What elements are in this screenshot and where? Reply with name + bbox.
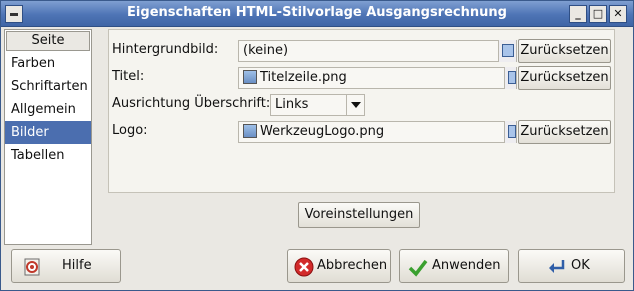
title-label: Titel: — [112, 69, 145, 84]
dialog-window: Eigenschaften HTML-Stilvorlage Ausgangsr… — [0, 0, 634, 291]
heading-alignment-value: Links — [275, 97, 309, 112]
cancel-button[interactable]: Abbrechen — [287, 249, 391, 283]
page-item-farben[interactable]: Farben — [5, 52, 91, 75]
enter-arrow-icon — [549, 260, 565, 273]
checkmark-icon — [408, 259, 428, 277]
help-icon — [24, 258, 40, 276]
defaults-button[interactable]: Voreinstellungen — [298, 202, 420, 228]
maximize-button[interactable]: □ — [589, 5, 607, 23]
ok-button[interactable]: OK — [518, 249, 625, 283]
page-item-bilder[interactable]: Bilder — [5, 121, 91, 144]
page-item-schriftarten[interactable]: Schriftarten — [5, 75, 91, 98]
page-list: Seite Farben Schriftarten Allgemein Bild… — [4, 29, 92, 245]
file-chooser-icon[interactable] — [504, 121, 516, 143]
page-item-allgemein[interactable]: Allgemein — [5, 98, 91, 121]
apply-label: Anwenden — [432, 258, 501, 273]
close-button[interactable]: ✕ — [609, 5, 627, 23]
logo-image-field[interactable]: WerkzeugLogo.png — [238, 121, 517, 143]
images-panel: Hintergrundbild: (keine) Zurücksetzen Ti… — [108, 29, 615, 193]
background-reset-button[interactable]: Zurücksetzen — [518, 39, 611, 63]
cancel-label: Abbrechen — [317, 258, 388, 273]
chevron-down-icon — [346, 94, 364, 116]
page-list-header[interactable]: Seite — [6, 31, 90, 51]
ok-label: OK — [571, 258, 590, 273]
image-file-icon — [243, 70, 257, 84]
window-title: Eigenschaften HTML-Stilvorlage Ausgangsr… — [127, 5, 507, 20]
logo-label: Logo: — [112, 123, 148, 138]
help-label: Hilfe — [62, 258, 92, 273]
title-reset-button[interactable]: Zurücksetzen — [518, 66, 611, 90]
file-chooser-icon[interactable] — [498, 40, 516, 62]
title-image-value: Titelzeile.png — [260, 70, 347, 85]
heading-alignment-select[interactable]: Links — [270, 94, 365, 116]
background-image-field[interactable]: (keine) — [238, 40, 517, 62]
title-bar[interactable]: Eigenschaften HTML-Stilvorlage Ausgangsr… — [1, 1, 633, 27]
image-file-icon — [243, 124, 257, 138]
background-image-value: (keine) — [243, 43, 289, 58]
logo-reset-button[interactable]: Zurücksetzen — [518, 120, 611, 144]
apply-button[interactable]: Anwenden — [399, 249, 509, 283]
minimize-button[interactable]: _ — [569, 5, 587, 23]
logo-image-value: WerkzeugLogo.png — [260, 124, 385, 139]
file-chooser-icon[interactable] — [504, 67, 516, 89]
page-item-tabellen[interactable]: Tabellen — [5, 144, 91, 167]
help-button[interactable]: Hilfe — [11, 249, 121, 283]
heading-alignment-label: Ausrichtung Überschrift: — [112, 96, 271, 111]
cancel-icon — [294, 257, 314, 277]
title-image-field[interactable]: Titelzeile.png — [238, 67, 517, 89]
background-image-label: Hintergrundbild: — [112, 42, 219, 57]
